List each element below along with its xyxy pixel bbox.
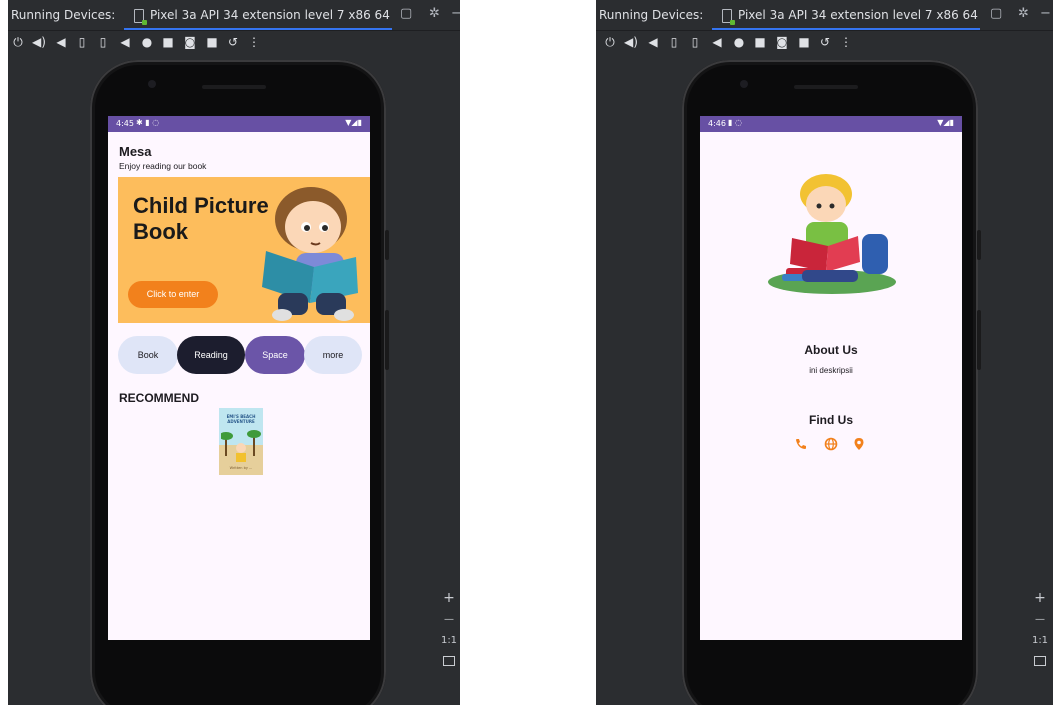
settings-gear-icon[interactable]: ✲ [1018,7,1029,21]
emulator-panel-right: Running Devices: Pixel 3a API 34 extensi… [596,0,1053,705]
click-to-enter-button[interactable]: Click to enter [128,281,218,308]
phone-screen: 4:45 ✱ ▮ ◌ ▼◢▮ Mesa Enjoy reading our bo… [108,116,370,640]
snapshot-icon[interactable]: ↺ [225,35,241,49]
device-tab[interactable]: Pixel 3a API 34 extension level 7 x86 64 [712,4,980,30]
zoom-controls: + — 1:1 [440,590,458,666]
zoom-in-button[interactable]: + [440,590,458,606]
recommend-heading: RECOMMEND [119,391,199,405]
boy-reading-illustration [768,174,896,294]
status-notification-icons: ▮ ◌ [728,118,742,127]
power-icon[interactable]: ⏻ [10,35,26,49]
status-bar: 4:46 ▮ ◌ ▼◢▮ [700,116,962,132]
location-pin-icon[interactable] [852,437,866,451]
status-time: 4:45 [116,119,134,128]
zoom-actual-size-button[interactable]: 1:1 [440,635,458,646]
app-title: Mesa [119,144,152,159]
device-tab-label: Pixel 3a API 34 extension level 7 x86 64 [738,8,978,22]
signal-battery-icon: ▼◢▮ [345,118,362,127]
home-icon[interactable]: ● [731,35,747,49]
power-button [977,310,981,370]
category-chip-space[interactable]: Space [245,336,305,374]
power-icon[interactable]: ⏻ [602,35,618,49]
zoom-actual-size-button[interactable]: 1:1 [1031,635,1049,646]
find-us-heading: Find Us [809,413,853,427]
emulator-toolbar: ⏻ ◀) ◀ ▯ ▯ ◀ ● ■ ◙ ■ ↺ ⋮ [8,31,460,55]
front-camera [740,80,748,88]
volume-up-icon[interactable]: ◀) [623,35,639,49]
home-icon[interactable]: ● [139,35,155,49]
book-cover-title: EMI'S BEACH ADVENTURE [226,414,256,424]
power-button [385,310,389,370]
window-toggle-icon[interactable]: ▢ [990,7,1002,21]
book-cover-art [221,430,261,462]
camera-icon[interactable]: ◙ [182,35,198,49]
volume-down-icon[interactable]: ◀ [645,35,661,49]
about-us-description: ini deskripsii [809,366,853,375]
rotate-left-icon[interactable]: ▯ [666,35,682,49]
running-devices-header: Running Devices: Pixel 3a API 34 extensi… [596,0,1053,31]
video-icon[interactable]: ■ [204,35,220,49]
more-icon[interactable]: ⋮ [246,35,262,49]
phone-frame: 4:46 ▮ ◌ ▼◢▮ About Us ini deskripsii Fin… [682,60,981,705]
back-icon[interactable]: ◀ [117,35,133,49]
overview-icon[interactable]: ■ [160,35,176,49]
overview-icon[interactable]: ■ [752,35,768,49]
minimize-icon[interactable]: − [451,7,460,21]
zoom-out-button[interactable]: — [440,614,458,625]
zoom-fit-icon[interactable] [443,656,455,666]
volume-button [385,230,389,260]
phone-screen: 4:46 ▮ ◌ ▼◢▮ About Us ini deskripsii Fin… [700,116,962,640]
zoom-controls: + — 1:1 [1031,590,1049,666]
front-camera [148,80,156,88]
volume-up-icon[interactable]: ◀) [31,35,47,49]
running-devices-label: Running Devices: [599,8,704,22]
zoom-in-button[interactable]: + [1031,590,1049,606]
emulator-panel-left: Running Devices: Pixel 3a API 34 extensi… [8,0,460,705]
about-us-heading: About Us [804,343,858,357]
app-subtitle: Enjoy reading our book [119,161,207,171]
more-icon[interactable]: ⋮ [838,35,854,49]
globe-icon[interactable] [824,437,838,451]
child-reading-illustration [262,187,358,321]
device-icon [722,9,735,25]
emulator-toolbar: ⏻ ◀) ◀ ▯ ▯ ◀ ● ■ ◙ ■ ↺ ⋮ [596,31,1053,55]
phone-frame: 4:45 ✱ ▮ ◌ ▼◢▮ Mesa Enjoy reading our bo… [90,60,389,705]
back-icon[interactable]: ◀ [709,35,725,49]
window-toggle-icon[interactable]: ▢ [400,7,412,21]
camera-icon[interactable]: ◙ [774,35,790,49]
rotate-left-icon[interactable]: ▯ [74,35,90,49]
category-chip-more[interactable]: more [304,336,362,374]
book-cover-author: Written by ... [229,466,253,470]
settings-gear-icon[interactable]: ✲ [429,7,440,21]
status-notification-icons: ✱ ▮ ◌ [136,118,160,127]
volume-down-icon[interactable]: ◀ [53,35,69,49]
device-icon [134,9,147,25]
signal-battery-icon: ▼◢▮ [937,118,954,127]
minimize-icon[interactable]: − [1040,7,1051,21]
earpiece-speaker [794,85,858,89]
status-bar: 4:45 ✱ ▮ ◌ ▼◢▮ [108,116,370,132]
rotate-right-icon[interactable]: ▯ [95,35,111,49]
category-chip-book[interactable]: Book [118,336,178,374]
volume-button [977,230,981,260]
snapshot-icon[interactable]: ↺ [817,35,833,49]
earpiece-speaker [202,85,266,89]
hero-banner: Child Picture Book Click to enter [118,177,370,323]
zoom-fit-icon[interactable] [1034,656,1046,666]
zoom-out-button[interactable]: — [1031,614,1049,625]
phone-icon[interactable] [794,437,808,451]
recommended-book-card[interactable]: EMI'S BEACH ADVENTURE Written by ... [219,408,263,475]
device-tab[interactable]: Pixel 3a API 34 extension level 7 x86 64 [124,4,392,30]
status-time: 4:46 [708,119,726,128]
running-devices-header: Running Devices: Pixel 3a API 34 extensi… [8,0,460,31]
category-chip-reading[interactable]: Reading [177,336,245,374]
rotate-right-icon[interactable]: ▯ [687,35,703,49]
device-tab-label: Pixel 3a API 34 extension level 7 x86 64 [150,8,390,22]
video-icon[interactable]: ■ [796,35,812,49]
running-devices-label: Running Devices: [11,8,116,22]
